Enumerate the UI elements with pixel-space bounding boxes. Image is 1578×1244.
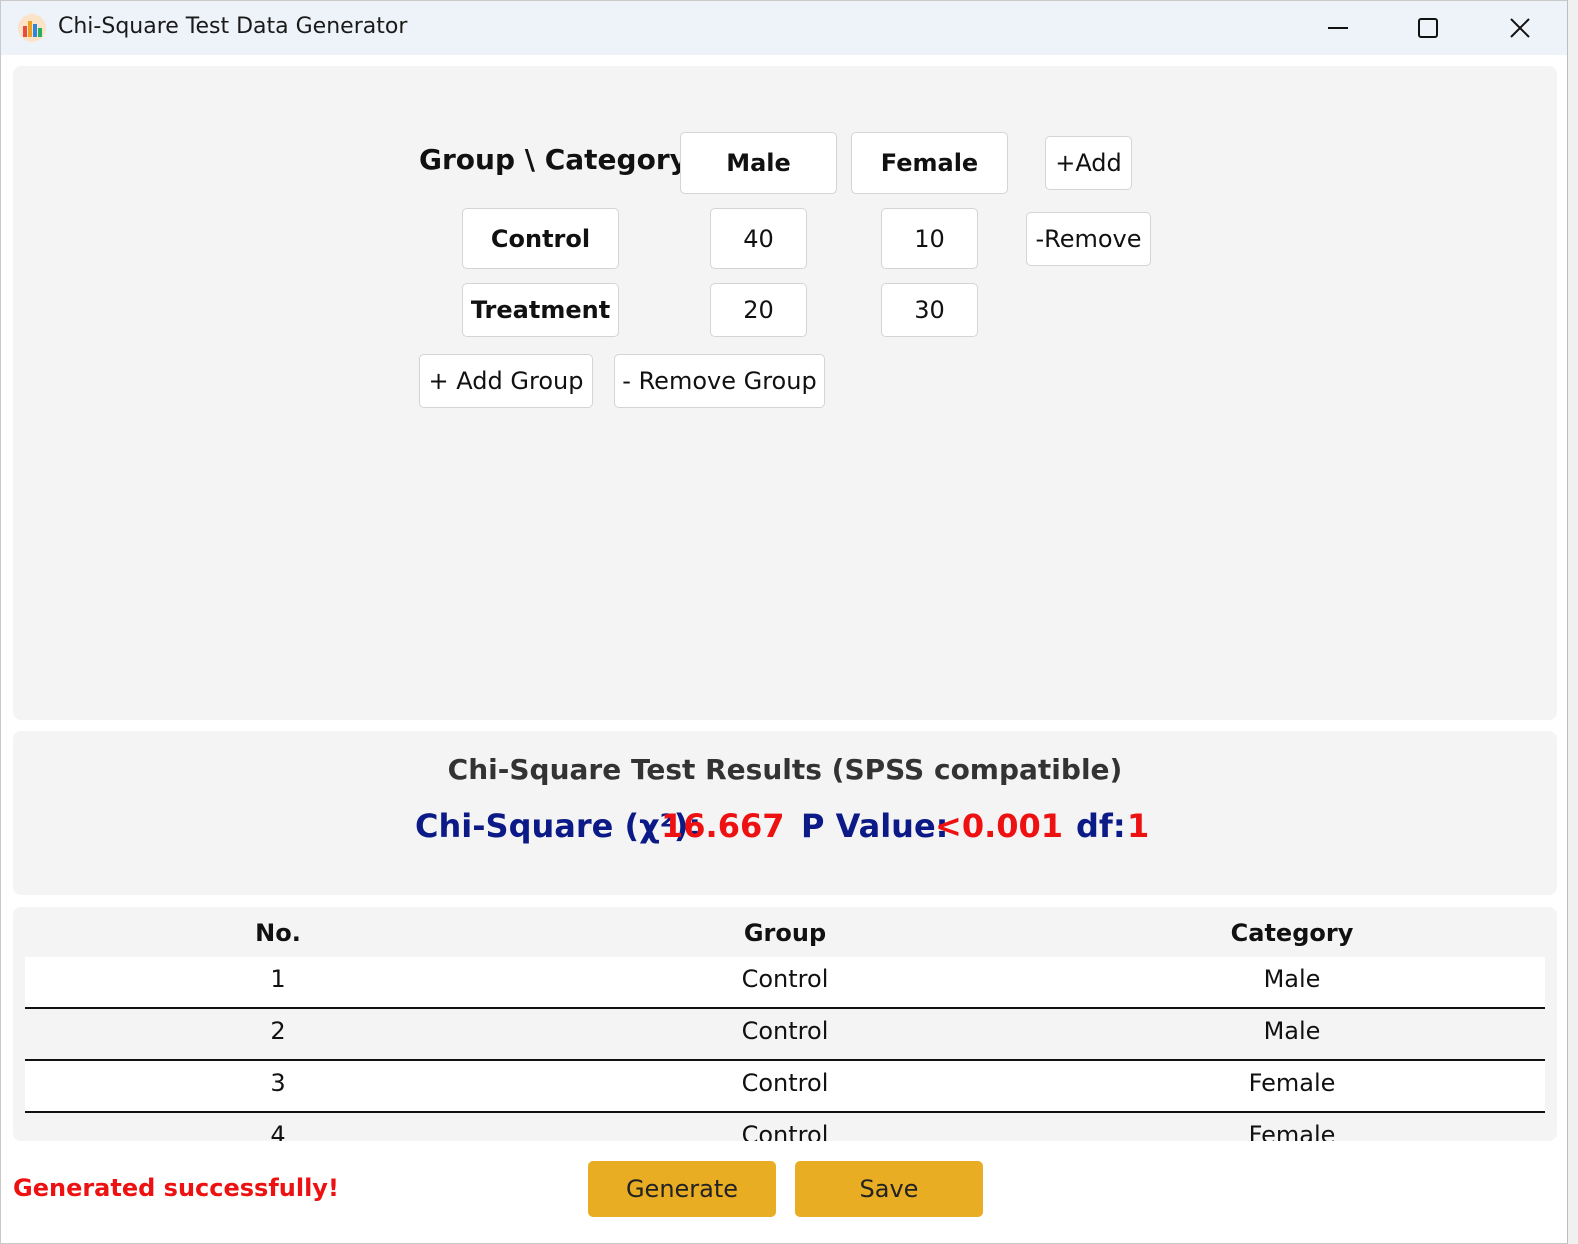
row-number: 4 <box>270 1121 286 1141</box>
window-title: Chi-Square Test Data Generator <box>58 14 408 39</box>
row-category: Male <box>1263 1017 1321 1045</box>
cell-control-female[interactable]: 10 <box>881 208 978 269</box>
table-row[interactable]: 2 Control Male <box>25 1009 1545 1061</box>
close-icon <box>1510 18 1530 38</box>
minimize-button[interactable] <box>1315 9 1361 47</box>
df-value: 1 <box>1127 807 1150 845</box>
minimize-icon <box>1328 27 1348 29</box>
row-category: Female <box>1248 1069 1336 1097</box>
group-name-treatment[interactable]: Treatment <box>462 283 619 337</box>
bar-chart-icon <box>18 14 46 42</box>
row-group: Control <box>741 1017 829 1045</box>
column-header-group[interactable]: Group <box>635 919 935 947</box>
add-group-button[interactable]: + Add Group <box>419 354 593 408</box>
column-header-no[interactable]: No. <box>128 919 428 947</box>
remove-category-button[interactable]: -Remove <box>1026 212 1151 266</box>
row-group: Control <box>741 965 829 993</box>
p-value-label: P Value: <box>801 807 949 845</box>
cell-treatment-male[interactable]: 20 <box>710 283 807 337</box>
row-group: Control <box>741 1121 829 1141</box>
row-category: Male <box>1263 965 1321 993</box>
cell-treatment-female[interactable]: 30 <box>881 283 978 337</box>
column-header-category[interactable]: Category <box>1142 919 1442 947</box>
remove-group-button[interactable]: - Remove Group <box>614 354 825 408</box>
add-category-button[interactable]: +Add <box>1045 136 1132 190</box>
results-panel: Chi-Square Test Results (SPSS compatible… <box>13 731 1557 895</box>
category-header-female[interactable]: Female <box>851 132 1008 194</box>
close-button[interactable] <box>1497 9 1543 47</box>
app-window: Chi-Square Test Data Generator Group \ C… <box>0 0 1568 1244</box>
data-table: No. Group Category 1 Control Male 2 Cont… <box>13 907 1557 1141</box>
group-name-control[interactable]: Control <box>462 208 619 269</box>
table-row[interactable]: 3 Control Female <box>25 1061 1545 1113</box>
status-message: Generated successfully! <box>13 1174 339 1202</box>
row-number: 1 <box>270 965 286 993</box>
row-group: Control <box>741 1069 829 1097</box>
save-button[interactable]: Save <box>795 1161 983 1217</box>
category-header-male[interactable]: Male <box>680 132 837 194</box>
results-title: Chi-Square Test Results (SPSS compatible… <box>447 753 1123 786</box>
cell-control-male[interactable]: 40 <box>710 208 807 269</box>
table-row[interactable]: 1 Control Male <box>25 957 1545 1009</box>
row-number: 2 <box>270 1017 286 1045</box>
maximize-button[interactable] <box>1405 9 1451 47</box>
maximize-icon <box>1418 18 1438 38</box>
chi-square-label: Chi-Square (χ²): <box>415 807 702 845</box>
table-row[interactable]: 4 Control Female <box>25 1113 1545 1141</box>
df-label: df: <box>1076 807 1126 845</box>
title-bar: Chi-Square Test Data Generator <box>1 1 1567 55</box>
chi-square-value: 16.667 <box>661 807 785 845</box>
row-number: 3 <box>270 1069 286 1097</box>
row-category: Female <box>1248 1121 1336 1141</box>
p-value-value: <0.001 <box>935 807 1064 845</box>
corner-label: Group \ Category <box>419 143 688 176</box>
generate-button[interactable]: Generate <box>588 1161 776 1217</box>
